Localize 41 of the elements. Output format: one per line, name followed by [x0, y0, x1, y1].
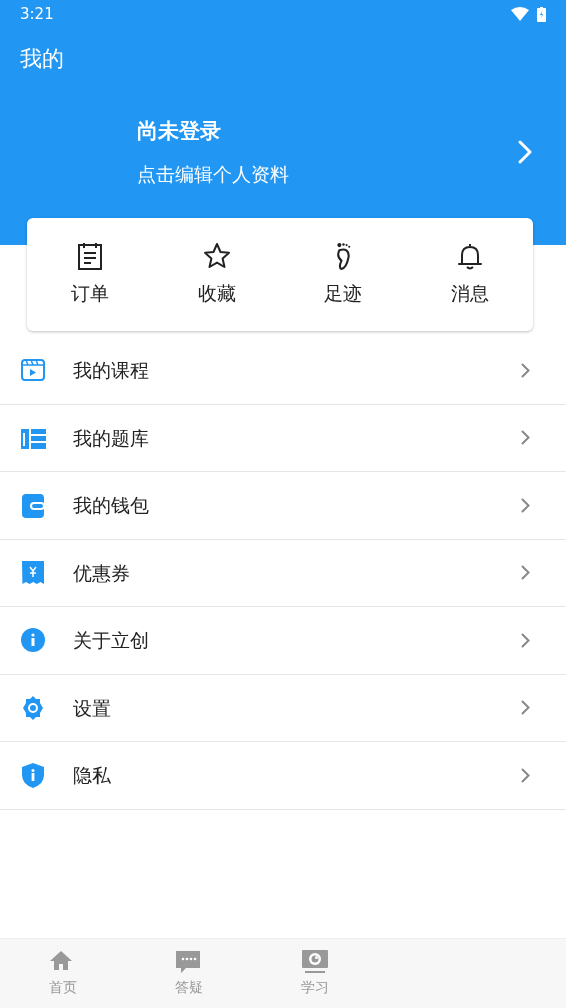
chevron-right-icon	[521, 497, 530, 513]
chevron-right-icon	[521, 362, 530, 378]
menu-item[interactable]: 优惠券	[0, 539, 566, 607]
screen-icon	[301, 949, 329, 973]
chevron-right-icon	[521, 565, 530, 581]
menu-item[interactable]: 设置	[0, 674, 566, 742]
shortcut-label[interactable]: 消息	[450, 279, 489, 308]
footprint-icon	[335, 242, 351, 271]
shortcut-label[interactable]: 足迹	[324, 279, 363, 308]
coupon-icon	[20, 559, 46, 586]
chat-icon	[175, 949, 203, 973]
status-time: 3:21	[20, 3, 54, 25]
menu-item[interactable]: 隐私	[0, 742, 566, 810]
menu-label: 我的课程	[73, 358, 150, 383]
page-title: 我的	[19, 45, 65, 73]
chevron-right-icon	[521, 632, 530, 648]
menu-item[interactable]: 我的钱包	[0, 472, 566, 540]
menu-label: 我的题库	[73, 425, 150, 451]
shortcut-label[interactable]: 收藏	[197, 279, 236, 308]
shield-icon	[20, 762, 46, 789]
menu-label: 设置	[73, 695, 112, 721]
chevron-right-icon	[521, 767, 530, 783]
menu-label: 我的钱包	[73, 493, 150, 518]
battery-icon	[537, 6, 546, 22]
menu-item[interactable]: 我的课程	[0, 337, 566, 405]
notepad-icon	[75, 241, 105, 272]
chevron-right-icon	[521, 430, 530, 446]
shortcut-label[interactable]: 订单	[71, 279, 109, 308]
chevron-right-icon	[518, 140, 532, 165]
wallet-icon	[20, 492, 46, 519]
profile-name: 尚未登录	[137, 118, 222, 145]
chevron-right-icon	[521, 700, 530, 716]
menu-label: 关于立创	[73, 628, 150, 653]
menu-label: 隐私	[73, 763, 112, 788]
settings-icon	[20, 694, 46, 721]
video-icon	[20, 357, 46, 384]
menu-item[interactable]: 我的题库	[0, 404, 566, 472]
wifi-icon	[511, 7, 529, 21]
menu-item[interactable]: 关于立创	[0, 607, 566, 675]
info-icon	[20, 627, 46, 654]
menu-label: 优惠券	[73, 560, 131, 586]
